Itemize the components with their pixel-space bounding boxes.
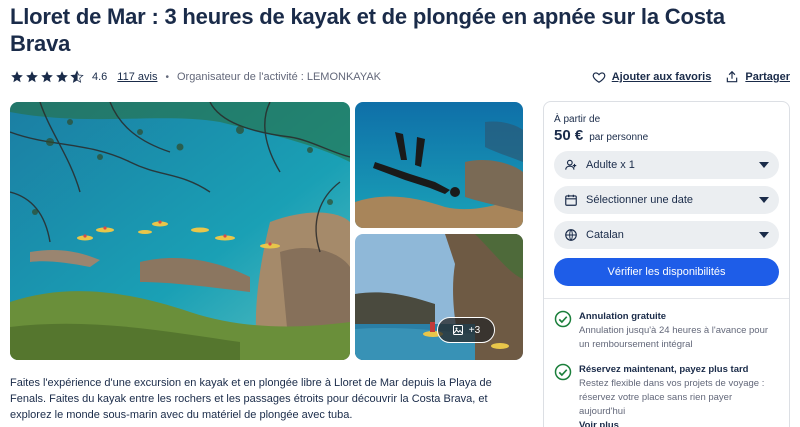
activity-description: Faites l'expérience d'une excursion en k… — [10, 377, 492, 421]
heart-icon — [592, 72, 606, 83]
gallery-icon — [452, 325, 463, 335]
star-icon — [56, 71, 68, 83]
free-cancellation-desc: Annulation jusqu'à 24 heures à l'avance … — [579, 325, 769, 350]
kayak-coast-photo — [10, 102, 350, 360]
share-icon — [727, 70, 738, 83]
page-title: Lloret de Mar : 3 heures de kayak et de … — [10, 4, 725, 56]
rating-stars — [10, 70, 84, 84]
more-photos-button[interactable]: +3 — [437, 317, 495, 343]
calendar-icon — [565, 194, 577, 206]
reserve-now-pay-later-feature: Réservez maintenant, payez plus tard Res… — [554, 363, 779, 427]
add-to-wishlist-label: Ajouter aux favoris — [611, 71, 712, 83]
kayaker-cliffs-photo — [355, 234, 523, 360]
separator-dot: • — [165, 71, 169, 83]
star-half-icon — [70, 70, 84, 83]
activity-meta-row: 4.6 117 avis • Organisateur de l'activit… — [10, 68, 790, 86]
participants-selector[interactable]: Adulte x 1 — [554, 151, 779, 179]
date-selector[interactable]: Sélectionner une date — [554, 186, 779, 214]
underwater-freediver-photo — [355, 102, 523, 228]
header-actions: Ajouter aux favoris Partager — [592, 70, 790, 84]
chevron-down-icon — [759, 162, 769, 168]
main-photo[interactable] — [10, 102, 350, 360]
price-from-label: À partir de — [554, 114, 601, 125]
chevron-down-icon — [759, 232, 769, 238]
chevron-down-icon — [759, 197, 769, 203]
user-icon — [565, 159, 577, 170]
share-label: Partager — [745, 71, 790, 83]
share-button[interactable]: Partager — [725, 70, 790, 84]
language-selector[interactable]: Catalan — [554, 221, 779, 249]
see-more-link[interactable]: Voir plus — [579, 419, 779, 427]
booking-divider — [544, 298, 789, 299]
check-circle-icon — [554, 310, 572, 328]
price-row: 50 € par personne — [554, 127, 779, 144]
star-icon — [11, 71, 23, 83]
add-to-wishlist-button[interactable]: Ajouter aux favoris — [592, 70, 712, 84]
participants-value: Adulte x 1 — [586, 159, 635, 171]
language-value: Catalan — [586, 229, 624, 241]
organizer-label: Organisateur de l'activité : LEMONKAYAK — [176, 71, 382, 83]
more-photos-count: +3 — [468, 324, 481, 336]
snorkeling-photo[interactable] — [355, 102, 523, 228]
reserve-now-title: Réservez maintenant, payez plus tard — [579, 364, 749, 375]
check-availability-button[interactable]: Vérifier les disponibilités — [554, 258, 779, 286]
booking-panel: À partir de 50 € par personne Adulte x 1… — [543, 101, 790, 427]
free-cancellation-title: Annulation gratuite — [579, 311, 667, 322]
check-circle-icon — [554, 363, 572, 381]
reserve-now-desc: Restez flexible dans vos projets de voya… — [579, 378, 765, 417]
star-icon — [26, 71, 38, 83]
price-value: 50 € — [554, 127, 584, 144]
price-per-label: par personne — [589, 132, 649, 143]
globe-icon — [565, 229, 577, 241]
kayak-cave-photo[interactable] — [355, 234, 523, 360]
free-cancellation-feature: Annulation gratuite Annulation jusqu'à 2… — [554, 310, 779, 352]
rating-value: 4.6 — [92, 71, 108, 83]
date-value: Sélectionner une date — [586, 194, 694, 206]
reviews-link[interactable]: 117 avis — [117, 71, 157, 83]
star-icon — [41, 71, 53, 83]
